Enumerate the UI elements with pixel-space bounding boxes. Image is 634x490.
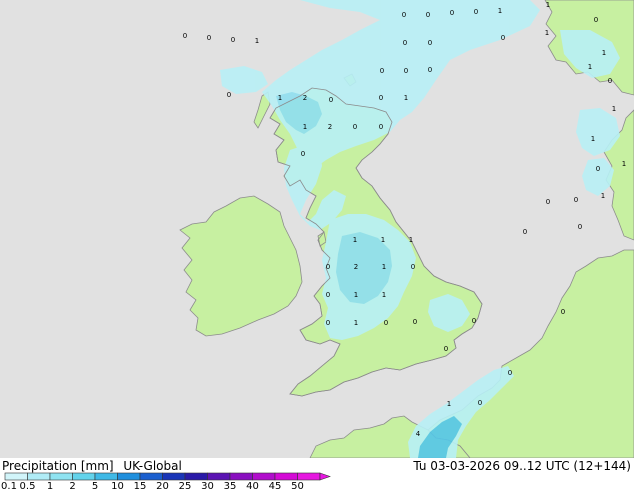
precipitation-map[interactable]: 0 0 0 1 0 0 0 0 1 1 0 0 0 0 0 0 0 1 2 0 … bbox=[0, 0, 634, 458]
map-label: 1 bbox=[447, 400, 451, 408]
map-label: 0 bbox=[561, 308, 565, 316]
map-label: 1 bbox=[602, 49, 606, 57]
legend-color-box bbox=[274, 472, 298, 481]
map-label: 0 bbox=[578, 223, 582, 231]
map-label: 1 bbox=[591, 135, 595, 143]
legend-color-boxes bbox=[4, 472, 331, 481]
legend-color-box bbox=[139, 472, 163, 481]
legend-tick-label: 35 bbox=[224, 481, 237, 490]
map-label: 0 bbox=[523, 228, 527, 236]
legend-tick-label: 30 bbox=[201, 481, 214, 490]
legend-color-box bbox=[94, 472, 118, 481]
map-label: 0 bbox=[326, 263, 330, 271]
map-label: 0 bbox=[227, 91, 231, 99]
map-label: 0 bbox=[413, 318, 417, 326]
legend-tick-labels: 0.1 0.5 1 2 5 10 15 20 25 30 35 40 45 50 bbox=[1, 481, 304, 490]
legend-color-box bbox=[252, 472, 276, 481]
map-label: 0 bbox=[428, 66, 432, 74]
map-label: 0 bbox=[231, 36, 235, 44]
legend-tick-label: 5 bbox=[92, 481, 98, 490]
map-label: 0 bbox=[474, 8, 478, 16]
map-label: 1 bbox=[545, 29, 549, 37]
legend-color-box bbox=[117, 472, 141, 481]
map-label: 0 bbox=[380, 67, 384, 75]
legend-tick-label: 10 bbox=[111, 481, 124, 490]
map-label: 4 bbox=[416, 430, 421, 438]
legend-tick-label: 2 bbox=[69, 481, 75, 490]
map-label: 0 bbox=[444, 345, 448, 353]
map-label: 0 bbox=[183, 32, 187, 40]
map-label: 1 bbox=[381, 236, 385, 244]
map-label: 0 bbox=[403, 39, 407, 47]
legend-color-box bbox=[297, 472, 321, 481]
map-label: 0 bbox=[426, 11, 430, 19]
legend-tick-label: 0.1 bbox=[1, 481, 17, 490]
map-label: 0 bbox=[450, 9, 454, 17]
map-label: 1 bbox=[612, 105, 616, 113]
map-label: 0 bbox=[301, 150, 305, 158]
valid-time: Tu 03-03-2026 09..12 UTC (12+144) bbox=[413, 459, 631, 473]
map-label: 1 bbox=[404, 94, 408, 102]
map-label: 2 bbox=[303, 94, 307, 102]
map-label: 0 bbox=[472, 317, 476, 325]
map-label: 0 bbox=[384, 319, 388, 327]
map-label: 1 bbox=[278, 94, 282, 102]
map-label: 0 bbox=[596, 165, 600, 173]
color-scale-legend: 0.1 0.5 1 2 5 10 15 20 25 30 35 40 45 50 bbox=[1, 472, 331, 490]
legend-tick-label: 15 bbox=[134, 481, 147, 490]
map-label: 2 bbox=[328, 123, 332, 131]
map-label: 1 bbox=[409, 236, 413, 244]
map-label: 0 bbox=[594, 16, 598, 24]
map-label: 1 bbox=[353, 236, 357, 244]
map-label: 0 bbox=[329, 96, 333, 104]
legend-tick-label: 25 bbox=[179, 481, 192, 490]
model-name: UK-Global bbox=[123, 459, 182, 473]
map-label: 1 bbox=[382, 291, 386, 299]
map-label: 0 bbox=[478, 399, 482, 407]
legend-tick-label: 0.5 bbox=[20, 481, 36, 490]
legend-tick-label: 40 bbox=[246, 481, 259, 490]
map-label: 0 bbox=[546, 198, 550, 206]
map-label: 1 bbox=[588, 63, 592, 71]
legend-color-box bbox=[72, 472, 96, 481]
map-label: 1 bbox=[498, 7, 502, 15]
legend-color-box bbox=[207, 472, 231, 481]
map-label: 0 bbox=[207, 34, 211, 42]
legend-color-box bbox=[184, 472, 208, 481]
legend-tick-label: 1 bbox=[47, 481, 53, 490]
map-label: 0 bbox=[574, 196, 578, 204]
legend-arrow bbox=[319, 472, 331, 481]
map-label: 1 bbox=[622, 160, 626, 168]
map-label: 0 bbox=[402, 11, 406, 19]
map-label: 1 bbox=[546, 1, 550, 9]
map-label: 0 bbox=[411, 263, 415, 271]
map-label: 2 bbox=[354, 263, 358, 271]
product-title: Precipitation [mm] UK-Global bbox=[2, 459, 182, 473]
map-label: 1 bbox=[354, 319, 358, 327]
legend-color-box bbox=[229, 472, 253, 481]
map-label: 0 bbox=[501, 34, 505, 42]
legend-tick-label: 45 bbox=[269, 481, 282, 490]
map-label: 1 bbox=[382, 263, 386, 271]
map-label: 1 bbox=[601, 192, 605, 200]
map-label: 1 bbox=[303, 123, 307, 131]
product-name: Precipitation [mm] bbox=[2, 459, 114, 473]
legend-color-box bbox=[162, 472, 186, 481]
map-label: 1 bbox=[354, 291, 358, 299]
map-label: 0 bbox=[428, 39, 432, 47]
legend-tick-label: 50 bbox=[291, 481, 304, 490]
map-label: 0 bbox=[353, 123, 357, 131]
map-label: 0 bbox=[608, 77, 612, 85]
map-label: 0 bbox=[508, 369, 512, 377]
map-label: 0 bbox=[326, 291, 330, 299]
legend-color-box bbox=[49, 472, 73, 481]
legend-color-box bbox=[4, 472, 28, 481]
legend-color-box bbox=[27, 472, 51, 481]
map-label: 0 bbox=[379, 123, 383, 131]
map-label: 1 bbox=[255, 37, 259, 45]
legend-tick-label: 20 bbox=[156, 481, 169, 490]
map-label: 0 bbox=[326, 319, 330, 327]
map-label: 0 bbox=[379, 94, 383, 102]
map-label: 0 bbox=[404, 67, 408, 75]
